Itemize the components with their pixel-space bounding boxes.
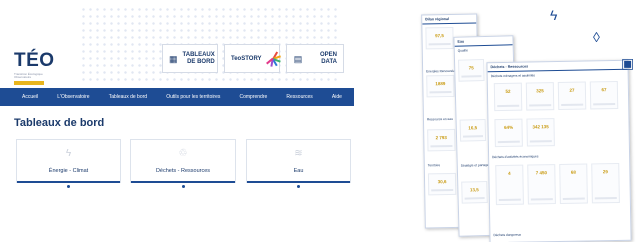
card-underline [131, 181, 235, 183]
logo-text: TÉO [14, 50, 55, 71]
nav-item-aide[interactable]: Aide [332, 94, 342, 100]
kpi-tile: 13,5 [461, 180, 488, 204]
kpi-tile: 68 [559, 163, 588, 204]
lightning-icon: ϟ [550, 7, 558, 23]
section-title: Territoire [427, 163, 441, 168]
nav-item-observatoire[interactable]: L'Observatoire [57, 94, 89, 100]
recycle-icon: ♲ [178, 148, 188, 159]
screenshot: TÉO Transition Écologique Observatoire ▦… [0, 0, 639, 242]
card-energie-climat[interactable]: ϟ Énergie - Climat [16, 139, 121, 188]
lightning-icon: ϟ [65, 148, 72, 159]
database-icon: ▤ [293, 53, 303, 64]
teo-logo[interactable]: TÉO Transition Écologique Observatoire [14, 50, 55, 85]
section-title: Stratégie et partage [460, 162, 489, 168]
card-dot [297, 185, 300, 188]
card-underline [17, 181, 120, 183]
section-title: Ressource en eau [426, 116, 453, 122]
dashboards-button-label: TABLEAUX DE BORD [182, 51, 215, 65]
kpi-tile: 16,5 [459, 119, 487, 142]
card-label: Énergie - Climat [48, 168, 89, 174]
kpi-tile: 4 [495, 164, 524, 206]
kpi-tile: 30,6 [427, 172, 457, 196]
kpi-tile: 64% [494, 118, 523, 148]
teostory-button[interactable]: TeoSTORY [224, 44, 281, 73]
dashboards-button[interactable]: ▦ TABLEAUX DE BORD [162, 44, 218, 73]
nav-item-ressources[interactable]: Ressources [286, 94, 312, 100]
open-data-button[interactable]: ▤ OPEN DATA [286, 44, 344, 73]
card-dot [67, 185, 70, 188]
starburst-icon [265, 50, 281, 67]
nav-item-outils[interactable]: Outils pour les territoires [166, 94, 220, 100]
sheet-header: Bilan régional [422, 14, 477, 25]
dashboard-sheets: Bilan régional 97,5 Energies Renouvelabl… [418, 0, 639, 242]
kpi-tile: 2 793 [427, 128, 456, 152]
card-dot [181, 185, 185, 188]
nav-item-tableaux-de-bord[interactable]: Tableaux de bord [109, 94, 147, 100]
section-title: Déchets d'activités économiques [492, 154, 539, 160]
page-title: Tableaux de bord [14, 117, 105, 129]
section-title: Déchets ménagers et assimilés [490, 73, 536, 79]
kpi-tile: 342 135 [526, 118, 555, 147]
card-underline [247, 181, 350, 183]
open-data-button-label: OPEN DATA [319, 51, 337, 65]
card-label: Déchets - Ressources [155, 168, 211, 174]
nav-item-comprendre[interactable]: Comprendre [239, 94, 267, 100]
site-header: TÉO Transition Écologique Observatoire ▦… [0, 0, 354, 88]
nav-item-accueil[interactable]: Accueil [22, 94, 38, 100]
kpi-tile: 67 [589, 80, 619, 110]
kpi-tile: 325 [525, 82, 555, 111]
logo-tagline: Transition Écologique Observatoire [14, 72, 43, 80]
kpi-tile: 52 [493, 82, 523, 112]
recycle-bin-icon: ▣ [621, 55, 635, 71]
section-title: Déchets dangereux [493, 232, 522, 238]
kpi-tile: 75 [457, 59, 485, 82]
section-title: Qualité [457, 48, 468, 53]
kpi-tile: 1889 [426, 74, 455, 98]
logo-badge [14, 80, 44, 85]
card-dechets-ressources[interactable]: ♲ Déchets - Ressources [130, 139, 236, 188]
card-eau[interactable]: ≋ Eau [246, 139, 351, 188]
sheet-dechets-ressources: Déchets - Ressources Déchets ménagers et… [486, 59, 632, 242]
kpi-tile: 29 [591, 162, 620, 204]
kpi-tile: 7 450 [527, 164, 556, 205]
grid-icon: ▦ [169, 53, 178, 64]
kpi-tile: 27 [557, 81, 587, 111]
water-drop-icon: ◊ [593, 29, 600, 45]
teostory-label: TeoSTORY [231, 55, 262, 62]
card-label: Eau [293, 168, 304, 174]
kpi-tile: 97,5 [425, 26, 454, 50]
water-icon: ≋ [294, 148, 303, 159]
website-mockup: TÉO Transition Écologique Observatoire ▦… [0, 0, 354, 242]
main-nav: Accueil L'Observatoire Tableaux de bord … [0, 88, 354, 106]
